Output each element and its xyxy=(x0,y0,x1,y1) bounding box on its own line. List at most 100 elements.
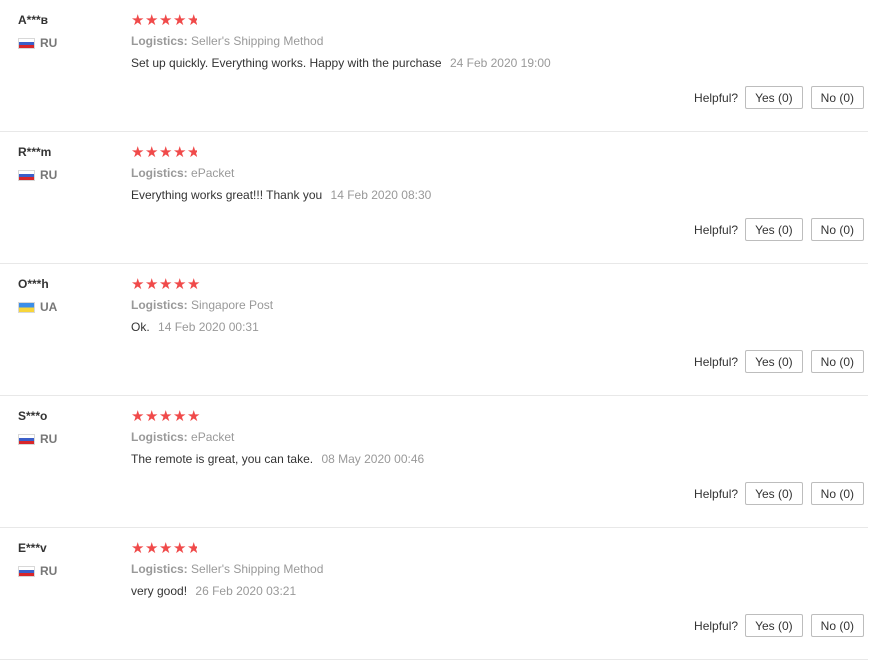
helpful-yes-button[interactable]: Yes (0) xyxy=(745,218,803,241)
username: S***o xyxy=(18,409,48,423)
logistics-label: Logistics: xyxy=(131,562,188,576)
review-text: very good! 26 Feb 2020 03:21 xyxy=(131,583,868,599)
star-icon: ★ xyxy=(187,408,200,424)
username: R***m xyxy=(18,145,52,159)
helpful-vote: Helpful? Yes (0) No (0) xyxy=(694,86,864,109)
review-item: E***v RU ★ ★ ★ ★ ★ Logistics: Seller's Shipp… xyxy=(0,528,868,660)
star-rating: ★ ★ ★ ★ ★ xyxy=(131,540,868,556)
country: UA xyxy=(18,300,118,314)
star-rating: ★ ★ ★ ★ ★ xyxy=(131,276,868,292)
review-date: 14 Feb 2020 00:31 xyxy=(158,320,259,334)
helpful-vote: Helpful? Yes (0) No (0) xyxy=(694,482,864,505)
country-code: UA xyxy=(40,300,58,314)
feedback-text: Everything works great!!! Thank you xyxy=(131,188,323,202)
flag-ru-icon xyxy=(18,433,35,445)
star-icon: ★ xyxy=(145,144,158,160)
star-icon: ★ xyxy=(159,276,172,292)
flag-ru-icon xyxy=(18,565,35,577)
logistics: Logistics: ePacket xyxy=(131,429,868,445)
review-user: S***o RU xyxy=(18,408,118,446)
star-icon: ★ xyxy=(173,12,186,28)
helpful-label: Helpful? xyxy=(694,354,739,369)
star-icon: ★ xyxy=(173,408,186,424)
star-icon: ★ xyxy=(131,408,144,424)
logistics-label: Logistics: xyxy=(131,34,188,48)
logistics: Logistics: Seller's Shipping Method xyxy=(131,33,868,49)
helpful-no-button[interactable]: No (0) xyxy=(810,86,864,109)
review-item: A***в RU ★ ★ ★ ★ ★ Logistics: Seller's Shipp… xyxy=(0,0,868,132)
star-rating: ★ ★ ★ ★ ★ xyxy=(131,12,868,28)
star-icon: ★ xyxy=(173,540,186,556)
logistics-method: Seller's Shipping Method xyxy=(191,562,324,576)
helpful-vote: Helpful? Yes (0) No (0) xyxy=(694,614,864,637)
star-icon: ★ xyxy=(131,540,144,556)
helpful-yes-button[interactable]: Yes (0) xyxy=(745,86,803,109)
logistics-method: ePacket xyxy=(191,166,235,180)
star-icon: ★ xyxy=(131,12,144,28)
review-text: Everything works great!!! Thank you 14 F… xyxy=(131,187,868,203)
review-content: ★ ★ ★ ★ ★ Logistics: ePacket The remote is g… xyxy=(131,408,868,467)
helpful-no-button[interactable]: No (0) xyxy=(810,614,864,637)
helpful-vote: Helpful? Yes (0) No (0) xyxy=(694,350,864,373)
review-text: Ok. 14 Feb 2020 00:31 xyxy=(131,319,868,335)
helpful-no-button[interactable]: No (0) xyxy=(810,218,864,241)
review-user: A***в RU xyxy=(18,12,118,50)
username: E***v xyxy=(18,541,47,555)
flag-ru-icon xyxy=(18,37,35,49)
helpful-vote: Helpful? Yes (0) No (0) xyxy=(694,218,864,241)
helpful-label: Helpful? xyxy=(694,90,739,105)
review-text: The remote is great, you can take. 08 Ma… xyxy=(131,451,868,467)
star-icon: ★ xyxy=(187,540,197,556)
helpful-no-button[interactable]: No (0) xyxy=(810,482,864,505)
country-code: RU xyxy=(40,564,58,578)
helpful-yes-button[interactable]: Yes (0) xyxy=(745,350,803,373)
helpful-no-button[interactable]: No (0) xyxy=(810,350,864,373)
star-icon: ★ xyxy=(173,144,186,160)
logistics: Logistics: Singapore Post xyxy=(131,297,868,313)
feedback-text: Ok. xyxy=(131,320,150,334)
flag-ru-icon xyxy=(18,169,35,181)
review-user: E***v RU xyxy=(18,540,118,578)
country-code: RU xyxy=(40,168,58,182)
star-icon: ★ xyxy=(159,540,172,556)
review-list: A***в RU ★ ★ ★ ★ ★ Logistics: Seller's Shipp… xyxy=(0,0,887,660)
review-item: R***m RU ★ ★ ★ ★ ★ Logistics: ePacket Everyt… xyxy=(0,132,868,264)
country: RU xyxy=(18,36,118,50)
feedback-text: Set up quickly. Everything works. Happy … xyxy=(131,56,442,70)
review-text: Set up quickly. Everything works. Happy … xyxy=(131,55,868,71)
star-rating: ★ ★ ★ ★ ★ xyxy=(131,408,868,424)
logistics-method: Seller's Shipping Method xyxy=(191,34,324,48)
helpful-label: Helpful? xyxy=(694,618,739,633)
star-icon: ★ xyxy=(159,144,172,160)
star-icon: ★ xyxy=(173,276,186,292)
review-date: 14 Feb 2020 08:30 xyxy=(330,188,432,202)
star-icon: ★ xyxy=(187,12,197,28)
helpful-yes-button[interactable]: Yes (0) xyxy=(745,614,803,637)
country: RU xyxy=(18,168,118,182)
helpful-yes-button[interactable]: Yes (0) xyxy=(745,482,803,505)
star-icon: ★ xyxy=(187,144,197,160)
country-code: RU xyxy=(40,36,58,50)
logistics-method: Singapore Post xyxy=(191,298,274,312)
helpful-label: Helpful? xyxy=(694,486,739,501)
logistics: Logistics: ePacket xyxy=(131,165,868,181)
review-user: R***m RU xyxy=(18,144,118,182)
logistics-label: Logistics: xyxy=(131,166,188,180)
logistics-label: Logistics: xyxy=(131,298,188,312)
star-icon: ★ xyxy=(159,12,172,28)
star-icon: ★ xyxy=(145,540,158,556)
review-item: O***h UA ★ ★ ★ ★ ★ Logistics: Singapore Post… xyxy=(0,264,868,396)
review-content: ★ ★ ★ ★ ★ Logistics: Seller's Shipping Metho… xyxy=(131,540,868,599)
star-icon: ★ xyxy=(131,144,144,160)
logistics-method: ePacket xyxy=(191,430,235,444)
star-icon: ★ xyxy=(187,276,200,292)
review-user: O***h UA xyxy=(18,276,118,314)
logistics-label: Logistics: xyxy=(131,430,188,444)
feedback-text: The remote is great, you can take. xyxy=(131,452,314,466)
helpful-label: Helpful? xyxy=(694,222,739,237)
logistics: Logistics: Seller's Shipping Method xyxy=(131,561,868,577)
username: O***h xyxy=(18,277,49,291)
star-icon: ★ xyxy=(131,276,144,292)
review-date: 24 Feb 2020 19:00 xyxy=(449,56,551,70)
username: A***в xyxy=(18,13,49,27)
